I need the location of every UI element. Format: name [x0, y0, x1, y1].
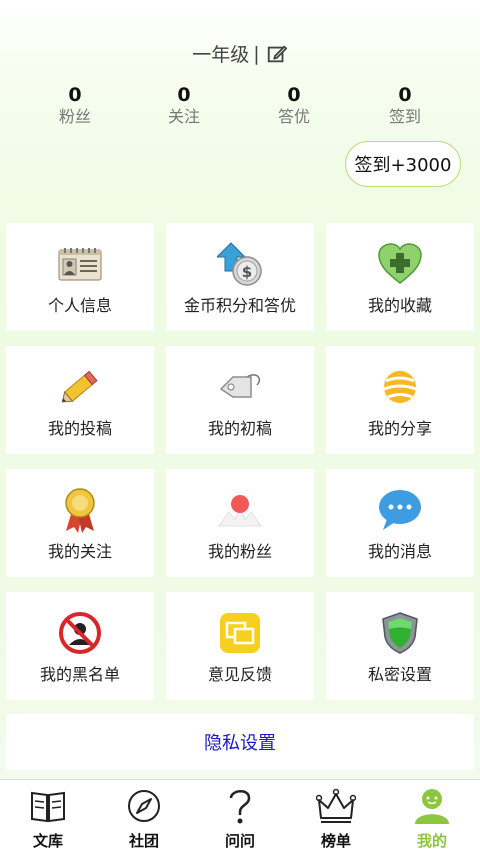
stat-value: 0	[287, 84, 301, 106]
tag-icon	[216, 363, 264, 411]
tile-label: 我的投稿	[47, 419, 112, 438]
tile-personal-info[interactable]: 个人信息	[6, 223, 154, 331]
chat-bubble-icon	[376, 486, 424, 534]
tile-label: 我的粉丝	[207, 542, 272, 561]
tile-blacklist[interactable]: 我的黑名单	[6, 592, 154, 700]
stat-value: 0	[398, 84, 412, 106]
stat-label: 粉丝	[58, 107, 91, 126]
tab-clubs[interactable]: 社团	[96, 780, 192, 853]
feedback-icon	[216, 609, 264, 657]
stat-value: 0	[177, 84, 191, 106]
svg-text:$: $	[242, 263, 252, 281]
question-icon	[220, 786, 260, 826]
tab-ranking[interactable]: 榜单	[288, 780, 384, 853]
tile-label: 我的黑名单	[39, 665, 120, 684]
tile-feedback[interactable]: 意见反馈	[166, 592, 314, 700]
tile-label: 我的初稿	[207, 419, 272, 438]
id-card-icon	[56, 240, 104, 288]
tab-library[interactable]: 文库	[0, 780, 96, 853]
stat-label: 关注	[167, 107, 200, 126]
medal-icon	[56, 486, 104, 534]
grade-label: 一年级	[192, 44, 250, 66]
tile-label: 我的收藏	[367, 296, 432, 315]
stat-following[interactable]: 0 关注	[129, 84, 239, 128]
tile-messages[interactable]: 我的消息	[326, 469, 474, 577]
fans-pin-icon	[216, 486, 264, 534]
privacy-settings-link[interactable]: 隐私设置	[204, 729, 276, 755]
stats-row: 0 粉丝 0 关注 0 答优 0 签到	[0, 84, 480, 130]
bottom-tab-bar: 文库 社团 问问 榜单 我的	[0, 779, 480, 853]
tile-submissions[interactable]: 我的投稿	[6, 346, 154, 454]
tile-label: 我的分享	[367, 419, 432, 438]
book-icon	[28, 786, 68, 826]
tile-label: 个人信息	[47, 296, 112, 315]
privacy-row: 隐私设置	[6, 714, 474, 770]
stat-fans[interactable]: 0 粉丝	[20, 84, 130, 128]
tile-label: 我的消息	[367, 542, 432, 561]
yellow-ball-icon	[376, 363, 424, 411]
tile-favorites[interactable]: 我的收藏	[326, 223, 474, 331]
tile-fans[interactable]: 我的粉丝	[166, 469, 314, 577]
tile-following[interactable]: 我的关注	[6, 469, 154, 577]
stat-label: 签到	[388, 107, 421, 126]
tile-label: 我的关注	[47, 542, 112, 561]
stat-signin[interactable]: 0 签到	[350, 84, 460, 128]
tab-label: 问问	[224, 832, 255, 850]
tile-coins[interactable]: $ 金币积分和答优	[166, 223, 314, 331]
profile-header: 一年级 |	[0, 40, 480, 67]
blacklist-icon	[56, 609, 104, 657]
coin-upload-icon: $	[216, 240, 264, 288]
tile-private-settings[interactable]: 私密设置	[326, 592, 474, 700]
pencil-icon	[56, 363, 104, 411]
tab-ask[interactable]: 问问	[192, 780, 288, 853]
tile-label: 意见反馈	[207, 665, 272, 684]
tab-label: 文库	[32, 832, 63, 850]
tab-mine[interactable]: 我的	[384, 780, 480, 853]
stat-label: 答优	[277, 107, 310, 126]
tab-label: 社团	[128, 832, 159, 850]
signin-button[interactable]: 签到+3000	[345, 141, 461, 187]
stat-value: 0	[68, 84, 82, 106]
edit-icon[interactable]	[266, 43, 288, 65]
separator: |	[253, 42, 260, 65]
tile-label: 金币积分和答优	[183, 296, 296, 315]
heart-plus-icon	[376, 240, 424, 288]
tab-label: 榜单	[320, 832, 351, 850]
user-icon	[412, 786, 452, 826]
tile-shares[interactable]: 我的分享	[326, 346, 474, 454]
tile-label: 私密设置	[367, 665, 432, 684]
tab-label: 我的	[416, 832, 447, 850]
stat-answers[interactable]: 0 答优	[239, 84, 349, 128]
tile-drafts[interactable]: 我的初稿	[166, 346, 314, 454]
shield-icon	[376, 609, 424, 657]
crown-icon	[316, 786, 356, 826]
compass-icon	[124, 786, 164, 826]
